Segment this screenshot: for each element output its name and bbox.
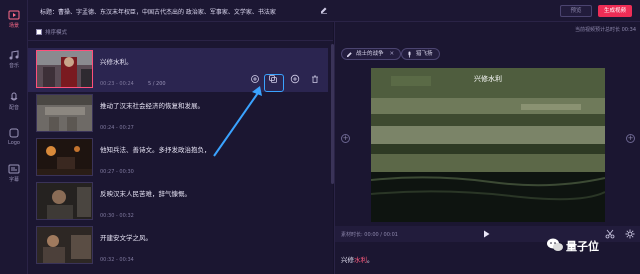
scene-row[interactable]: 推动了汉末社会经济的恢复和发展。 00:24 - 00:27: [28, 92, 328, 136]
scene-text: 反映汉末人民苦难，辞气慷慨。: [100, 190, 191, 198]
delete-scene-icon[interactable]: [310, 74, 320, 84]
material-duration: 素材时长: 00:00 / 00:01: [341, 232, 398, 238]
subtitle-prefix: 兴修: [341, 256, 354, 264]
generate-video-button[interactable]: 生成视频: [598, 5, 632, 17]
video-caption: 兴修水利: [474, 75, 502, 83]
scene-time: 00:23 - 00:24: [100, 81, 134, 87]
scene-row[interactable]: 开建安文学之风。 00:32 - 00:34: [28, 224, 328, 268]
music-tag-label: 战士的战争: [356, 51, 384, 57]
watermark: 量子位: [546, 236, 636, 254]
sort-mode-checkbox[interactable]: [36, 29, 42, 35]
scene-time: 00:27 - 00:30: [100, 169, 134, 175]
dubbing-icon: [10, 92, 18, 101]
scene-row[interactable]: 他知兵法、善诗文。多抒发政治抱负， 00:27 - 00:30: [28, 136, 328, 180]
scene-row[interactable]: 反映汉末人民苦难，辞气慷慨。 00:30 - 00:32: [28, 180, 328, 224]
rail-label-subtitle: 字幕: [8, 177, 19, 183]
close-icon[interactable]: ✕: [390, 51, 395, 57]
rail-item-logo[interactable]: Logo: [0, 128, 28, 146]
subtitle-highlight: 水利: [354, 256, 367, 264]
wechat-icon: [547, 238, 563, 251]
rail-item-scene[interactable]: 场景: [0, 10, 28, 29]
subtitle-icon: [8, 164, 20, 174]
rail-label-scene: 场景: [8, 23, 19, 29]
top-bar: 标题：曹操、字孟德、东汉末年权臣，中国古代杰出的 政治家、军事家、文学家、书法家…: [28, 0, 640, 22]
video-title: 标题：曹操、字孟德、东汉末年权臣，中国古代杰出的 政治家、军事家、文学家、书法家: [40, 9, 276, 16]
edit-title-icon[interactable]: [320, 6, 328, 14]
scene-time: 00:32 - 00:34: [100, 257, 134, 263]
sort-mode-label: 排序模式: [45, 30, 68, 36]
rail-item-dubbing[interactable]: 配音: [0, 92, 28, 111]
scene-list-panel: 排序模式 兴修水利。 00:23 - 00:24 5 / 200 推动了汉末社会…: [28, 22, 334, 274]
left-rail: 场景 音乐 配音 Logo 字幕: [0, 0, 28, 274]
add-scene-icon[interactable]: [290, 74, 300, 84]
play-icon[interactable]: [481, 229, 491, 239]
rail-item-subtitle[interactable]: 字幕: [0, 164, 28, 183]
scene-text: 推动了汉末社会经济的恢复和发展。: [100, 102, 204, 110]
music-tag[interactable]: 战士的战争 ✕: [341, 48, 402, 60]
scene-text: 兴修水利。: [100, 58, 133, 66]
watermark-text: 量子位: [566, 240, 599, 253]
scene-time: 00:24 - 00:27: [100, 125, 134, 131]
subtitle-editor-line[interactable]: 兴修水利。: [341, 254, 374, 264]
voice-tag[interactable]: 猎飞扬: [401, 48, 440, 60]
scene-text: 他知兵法、善诗文。多抒发政治抱负，: [100, 146, 211, 154]
divider: [28, 40, 333, 41]
rail-label-logo: Logo: [8, 140, 20, 146]
scene-thumbnail: [36, 226, 93, 264]
logo-icon: [9, 128, 19, 138]
edit-icon: [347, 52, 352, 57]
sort-mode-toggle[interactable]: 排序模式: [36, 28, 67, 38]
total-duration-note: 当前视频预计总时长 00:34: [575, 27, 636, 33]
scene-icon: [8, 10, 20, 20]
subtitle-suffix: 。: [367, 256, 374, 264]
next-scene-button[interactable]: +: [626, 134, 635, 143]
scene-char-count: 5 / 200: [148, 81, 166, 87]
scene-thumbnail: [36, 94, 93, 132]
microphone-icon: [408, 51, 411, 58]
annotation-arrow-icon: [213, 86, 262, 157]
prev-scene-button[interactable]: +: [341, 134, 350, 143]
scene-thumbnail: [36, 182, 93, 220]
music-icon: [9, 50, 19, 60]
scene-thumbnail: [36, 138, 93, 176]
scene-text: 开建安文学之风。: [100, 234, 152, 242]
rail-label-dubbing: 配音: [8, 105, 19, 111]
scene-thumbnail: [36, 50, 93, 88]
video-preview[interactable]: 兴修水利: [371, 68, 605, 222]
rail-item-music[interactable]: 音乐: [0, 50, 28, 69]
preview-button[interactable]: 预览: [560, 5, 592, 17]
voice-tag-label: 猎飞扬: [416, 51, 433, 57]
rail-label-music: 音乐: [8, 63, 19, 69]
video-frame: [371, 68, 605, 222]
scene-time: 00:30 - 00:32: [100, 213, 134, 219]
